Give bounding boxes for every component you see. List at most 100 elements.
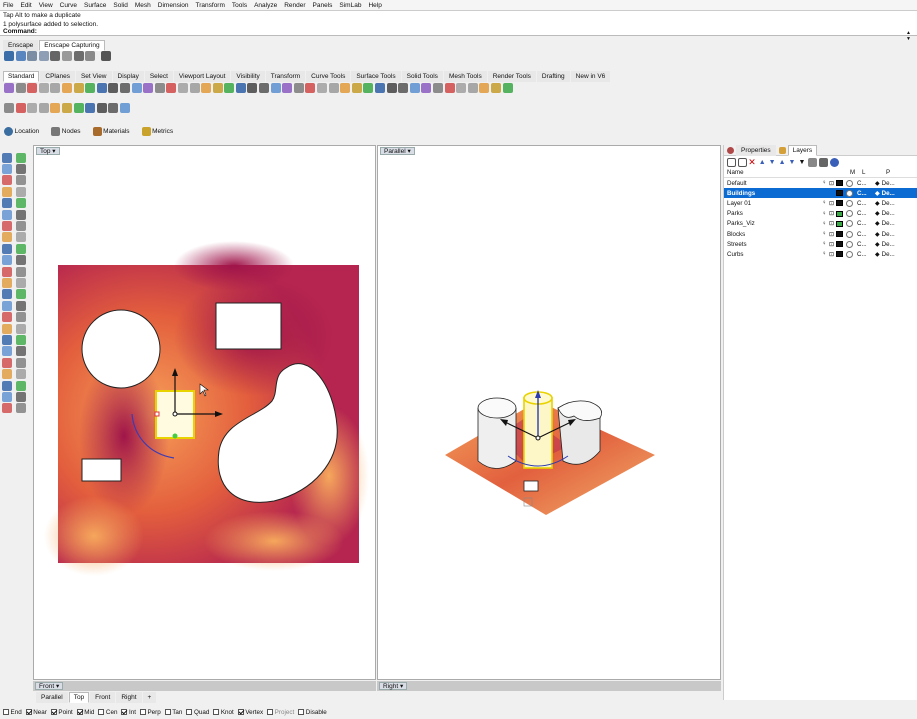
tab-render-tools[interactable]: Render Tools: [487, 71, 536, 82]
enscape-video-icon[interactable]: [61, 51, 72, 61]
standard-tool-8-icon[interactable]: [85, 83, 96, 93]
layer-row[interactable]: Default ♀ ⊡ C... ◆ De...: [724, 178, 917, 188]
standard-tool-2-icon[interactable]: [15, 83, 26, 93]
rect-building-southwest[interactable]: [81, 458, 122, 482]
left-tool-39-icon[interactable]: [2, 369, 12, 380]
left-tool-42-icon[interactable]: [16, 380, 26, 391]
standard-tool-5-icon[interactable]: [50, 83, 61, 93]
standard-tool-6-icon[interactable]: [61, 83, 72, 93]
location-panel-button[interactable]: Location: [15, 128, 40, 135]
layer-linetype[interactable]: C...: [857, 251, 875, 258]
layer-color-swatch[interactable]: [836, 241, 843, 248]
left-tool-7-icon[interactable]: [2, 186, 12, 197]
layer-linetype[interactable]: C...: [857, 220, 875, 227]
standard-tool-37-icon[interactable]: [421, 83, 432, 93]
metrics-panel-button[interactable]: Metrics: [152, 128, 173, 135]
tab-mesh-tools[interactable]: Mesh Tools: [443, 71, 487, 82]
layer-material-icon[interactable]: [846, 199, 853, 207]
menu-item-surface[interactable]: Surface: [84, 2, 106, 9]
standard-row2-tool-1-icon[interactable]: [4, 103, 14, 113]
osnap-checkbox[interactable]: [139, 709, 146, 715]
osnap-checkbox[interactable]: [237, 709, 244, 715]
left-tool-14-icon[interactable]: [16, 221, 26, 232]
standard-tool-28-icon[interactable]: [317, 83, 328, 93]
lock-icon[interactable]: ⊡: [829, 231, 836, 238]
osnap-cen[interactable]: Cen: [98, 709, 117, 716]
enscape-settings-icon[interactable]: [85, 51, 96, 61]
osnap-point[interactable]: Point: [50, 709, 73, 716]
standard-tool-41-icon[interactable]: [467, 83, 478, 93]
osnap-perp[interactable]: Perp: [139, 709, 161, 716]
tab-visibility[interactable]: Visibility: [231, 71, 265, 82]
standard-tool-40-icon[interactable]: [456, 83, 467, 93]
standard-tool-12-icon[interactable]: [131, 83, 142, 93]
left-tool-41-icon[interactable]: [2, 380, 12, 391]
left-tool-2-icon[interactable]: [16, 152, 26, 163]
layer-row[interactable]: Buildings C... ◆ De...: [724, 188, 917, 199]
osnap-end[interactable]: End: [3, 709, 22, 716]
osnap-checkbox[interactable]: [164, 709, 171, 715]
left-tool-27-icon[interactable]: [2, 300, 12, 311]
front-viewport-strip[interactable]: Front ▾: [33, 681, 376, 691]
left-tool-5-icon[interactable]: [2, 175, 12, 186]
print-color-icon[interactable]: ◆: [875, 210, 880, 217]
left-tool-40-icon[interactable]: [16, 369, 26, 380]
osnap-vertex[interactable]: Vertex: [237, 709, 263, 716]
layer-material-icon[interactable]: [846, 189, 853, 197]
layer-row[interactable]: Parks ♀ ⊡ C... ◆ De...: [724, 209, 917, 219]
standard-tool-35-icon[interactable]: [398, 83, 409, 93]
standard-row2-tool-6-icon[interactable]: [61, 103, 72, 113]
left-tool-33-icon[interactable]: [2, 334, 12, 345]
wrench-icon[interactable]: [819, 157, 829, 167]
osnap-tan[interactable]: Tan: [164, 709, 182, 716]
menu-item-curve[interactable]: Curve: [60, 2, 77, 9]
delete-layer-icon[interactable]: ✕: [748, 157, 756, 168]
left-tool-34-icon[interactable]: [16, 334, 26, 345]
menu-item-help[interactable]: Help: [368, 2, 381, 9]
osnap-checkbox[interactable]: [76, 709, 83, 715]
enscape-views-icon[interactable]: [50, 51, 61, 61]
standard-row2-tool-3-icon[interactable]: [27, 103, 38, 113]
enscape-render-icon[interactable]: [27, 51, 38, 61]
new-sublayer-icon[interactable]: [737, 157, 747, 167]
menu-item-panels[interactable]: Panels: [313, 2, 333, 9]
osnap-int[interactable]: Int: [121, 709, 136, 716]
standard-tool-7-icon[interactable]: [73, 83, 84, 93]
standard-row2-tool-5-icon[interactable]: [50, 103, 61, 113]
menu-item-solid[interactable]: Solid: [113, 2, 127, 9]
right-viewport-strip[interactable]: Right ▾: [377, 681, 721, 691]
left-tool-12-icon[interactable]: [16, 209, 26, 220]
enscape-screenshot-icon[interactable]: [38, 51, 49, 61]
left-tool-35-icon[interactable]: [2, 346, 12, 357]
standard-tool-32-icon[interactable]: [363, 83, 374, 93]
new-layer-icon[interactable]: [727, 157, 736, 167]
layer-linetype[interactable]: C...: [857, 200, 875, 207]
left-tool-29-icon[interactable]: [2, 312, 12, 323]
tab-surface-tools[interactable]: Surface Tools: [351, 71, 401, 82]
standard-tool-31-icon[interactable]: [351, 83, 362, 93]
tab-standard[interactable]: Standard: [3, 71, 40, 82]
round-building[interactable]: [81, 309, 161, 389]
osnap-checkbox[interactable]: [213, 709, 220, 715]
osnap-checkbox[interactable]: [121, 709, 128, 715]
viewport-tab-front[interactable]: Front: [90, 692, 116, 703]
layer-row[interactable]: Streets ♀ ⊡ C... ◆ De...: [724, 239, 917, 249]
column-print[interactable]: P: [886, 169, 890, 176]
standard-tool-30-icon[interactable]: [340, 83, 351, 93]
standard-tool-44-icon[interactable]: [502, 83, 513, 93]
tab-layers[interactable]: Layers: [787, 144, 818, 156]
standard-tool-20-icon[interactable]: [224, 83, 235, 93]
tab-transform[interactable]: Transform: [265, 71, 306, 82]
print-color-icon[interactable]: ◆: [875, 190, 880, 197]
layer-color-swatch[interactable]: [836, 180, 843, 187]
standard-tool-27-icon[interactable]: [305, 83, 316, 93]
standard-tool-29-icon[interactable]: [328, 83, 339, 93]
layer-material-icon[interactable]: [846, 210, 853, 218]
layer-material-icon[interactable]: [846, 240, 853, 248]
standard-row2-tool-8-icon[interactable]: [85, 103, 96, 113]
layer-linetype[interactable]: C...: [857, 231, 875, 238]
layer-row[interactable]: Parks_Viz ♀ ⊡ C... ◆ De...: [724, 219, 917, 229]
standard-row2-tool-4-icon[interactable]: [38, 103, 49, 113]
lock-icon[interactable]: ⊡: [829, 251, 836, 258]
osnap-checkbox[interactable]: [298, 709, 305, 715]
